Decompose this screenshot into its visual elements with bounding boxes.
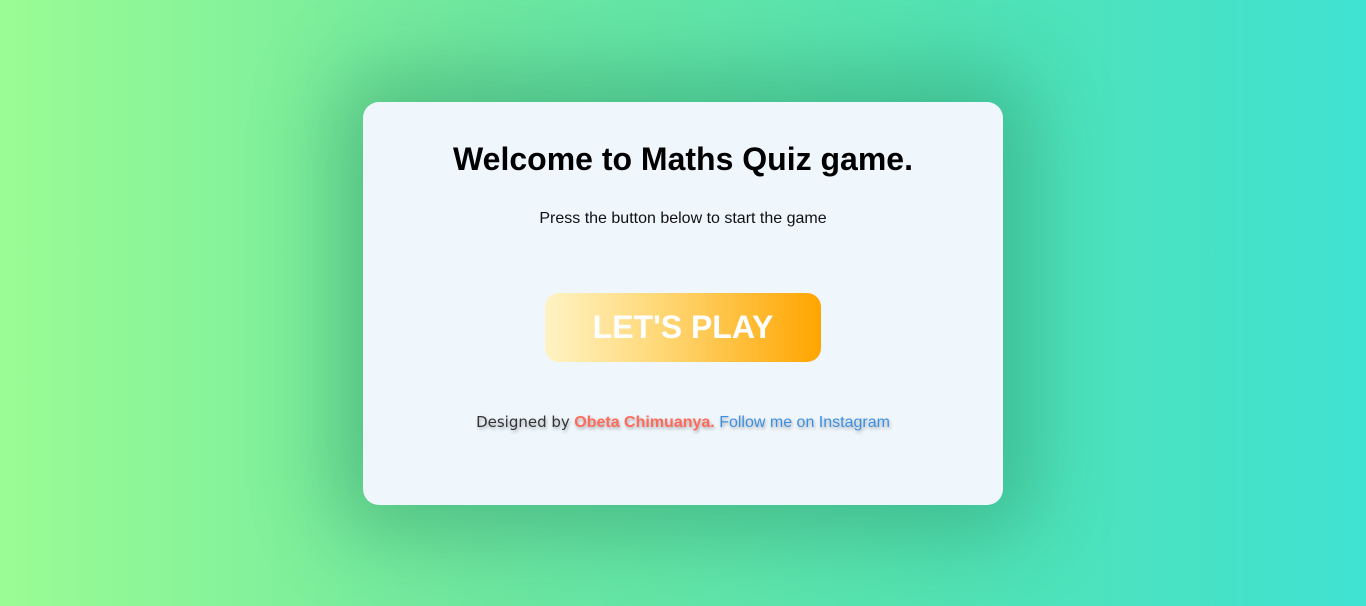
welcome-card: Welcome to Maths Quiz game. Press the bu…	[363, 102, 1003, 505]
instruction-text: Press the button below to start the game	[539, 210, 827, 227]
designer-credit: Designed by Obeta Chimuanya. Follow me o…	[363, 413, 1003, 432]
page-title: Welcome to Maths Quiz game.	[453, 141, 913, 177]
lets-play-button[interactable]: LET'S PLAY	[545, 293, 821, 362]
credit-prefix: Designed by	[476, 413, 570, 431]
instagram-link[interactable]: Follow me on Instagram	[719, 414, 890, 431]
author-name: Obeta Chimuanya.	[574, 414, 715, 431]
